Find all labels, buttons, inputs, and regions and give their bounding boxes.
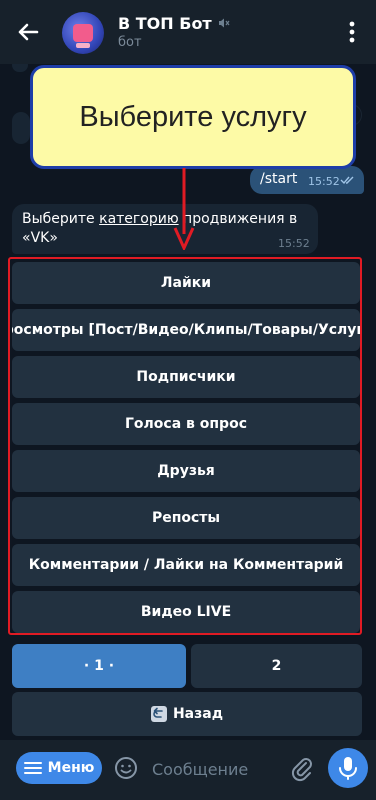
hamburger-icon (23, 762, 42, 774)
outgoing-message-text: /start (260, 171, 298, 187)
keyboard-button-reposts[interactable]: Репосты (12, 497, 360, 539)
bot-avatar[interactable] (62, 12, 104, 54)
chat-header: В ТОП Бот бот (0, 0, 376, 64)
keyboard-button-friends[interactable]: Друзья (12, 450, 360, 492)
incoming-message[interactable]: Выберите категорию продвижения в «VK» 15… (12, 204, 318, 254)
read-checkmarks-icon (340, 176, 354, 185)
attach-icon[interactable] (290, 756, 314, 782)
page-1-button[interactable]: · 1 · (12, 644, 186, 688)
muted-icon (218, 18, 230, 28)
back-keyboard-button[interactable]: Назад (12, 692, 362, 736)
microphone-icon (339, 757, 357, 780)
category-link[interactable]: категорию (99, 211, 179, 227)
voice-record-button[interactable] (328, 748, 368, 788)
emoji-icon[interactable] (114, 756, 138, 780)
title-row[interactable]: В ТОП Бот (118, 11, 230, 35)
outgoing-message-time: 15:52 (308, 175, 340, 188)
menu-button[interactable]: Меню (16, 752, 102, 784)
previous-message (12, 112, 30, 144)
keyboard-button-comments[interactable]: Комментарии / Лайки на Комментарий (12, 544, 360, 586)
keyboard-button-subscribers[interactable]: Подписчики (12, 356, 360, 398)
keyboard-button-likes[interactable]: Лайки (12, 262, 360, 304)
outgoing-message[interactable]: /start 15:52 (250, 166, 364, 194)
callout-box: Выберите услугу (30, 65, 356, 169)
incoming-message-text: Выберите категорию продвижения в «VK» (22, 211, 298, 246)
keyboard-button-views[interactable]: Просмотры [Пост/Видео/Клипы/Товары/Услуг… (12, 309, 360, 351)
more-options-icon[interactable] (340, 18, 364, 46)
chat-area: /start 15:52 Выберите категорию продвиже… (0, 64, 376, 750)
callout-text: Выберите услугу (79, 100, 307, 133)
keyboard-button-poll-votes[interactable]: Голоса в опрос (12, 403, 360, 445)
down-arrow-icon (173, 168, 195, 250)
back-label: Назад (172, 706, 224, 722)
chat-title: В ТОП Бот (118, 13, 212, 33)
page-2-button[interactable]: 2 (191, 644, 362, 688)
chat-subtitle: бот (118, 35, 142, 50)
back-arrow-icon[interactable] (12, 16, 44, 48)
return-arrow-icon (150, 706, 167, 722)
message-composer: Меню (0, 740, 376, 800)
menu-button-label: Меню (47, 760, 95, 776)
keyboard-button-video-live[interactable]: Видео LIVE (12, 591, 360, 633)
message-input[interactable] (150, 754, 284, 784)
incoming-message-time: 15:52 (278, 237, 310, 250)
previous-message (12, 64, 28, 72)
